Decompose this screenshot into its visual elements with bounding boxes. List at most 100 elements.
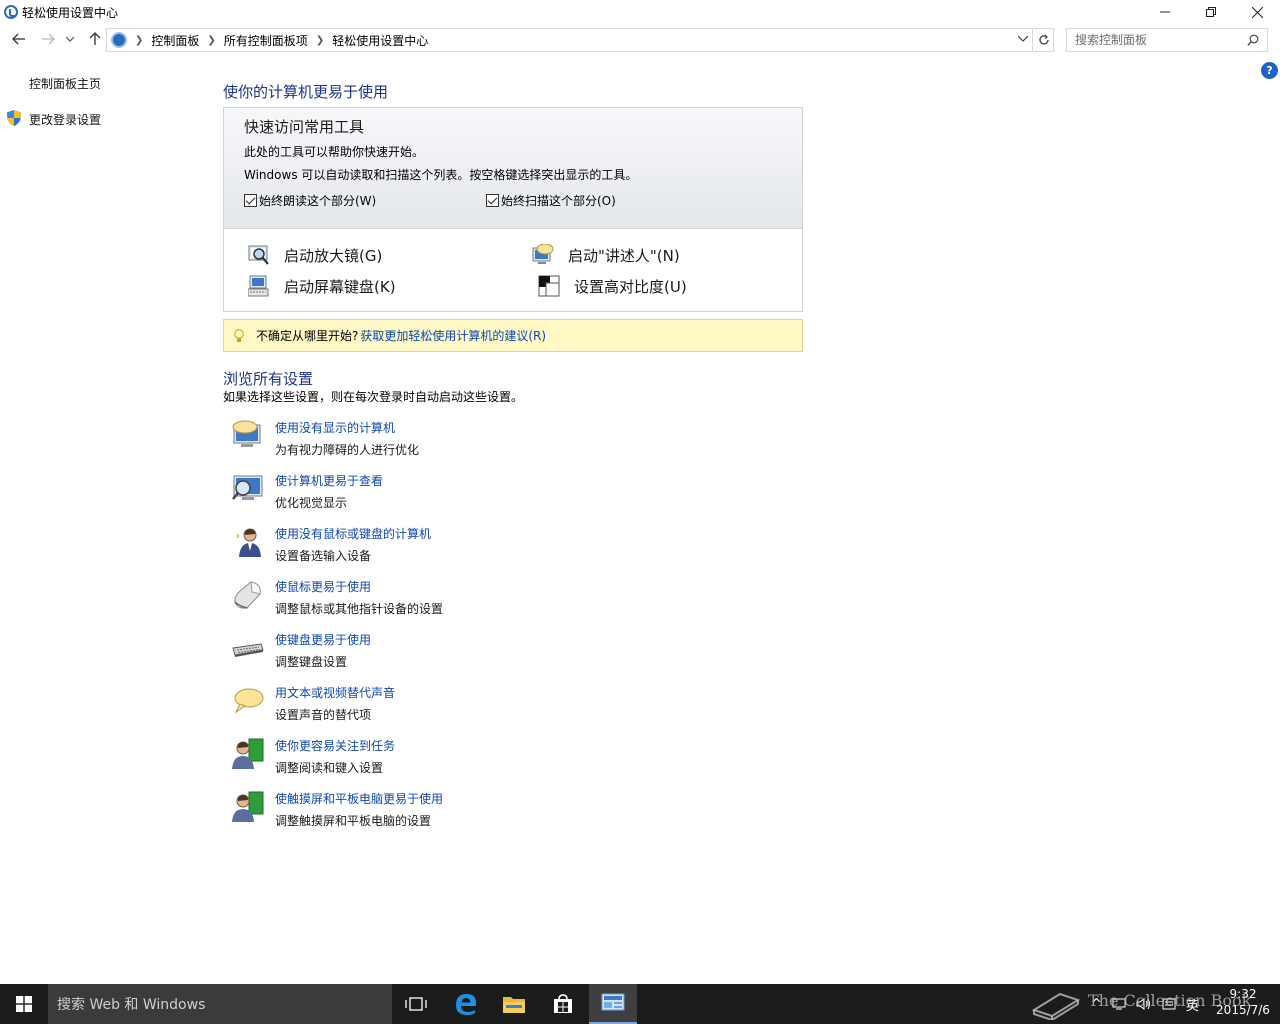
chevron-down-icon [66, 36, 74, 42]
checkbox-checked[interactable] [486, 194, 499, 207]
setting-link-no-mouse-keyboard[interactable]: 使用没有鼠标或键盘的计算机 [275, 525, 431, 542]
arrow-right-icon [42, 33, 55, 45]
back-button[interactable] [8, 28, 30, 50]
setting-link-touch-tablet[interactable]: 使触摸屏和平板电脑更易于使用 [275, 790, 443, 807]
setting-item-no-display: 使用没有显示的计算机 为有视力障碍的人进行优化 [231, 419, 731, 463]
setting-link-no-display[interactable]: 使用没有显示的计算机 [275, 419, 395, 436]
start-narrator-label[interactable]: 启动"讲述人"(N) [568, 245, 680, 266]
forward-button[interactable] [37, 28, 59, 50]
close-button[interactable] [1234, 0, 1280, 24]
minimize-button[interactable] [1142, 0, 1188, 24]
start-on-screen-keyboard-button[interactable]: 启动屏幕键盘(K) [248, 275, 396, 297]
setting-item-easier-to-see: 使计算机更易于查看 优化视觉显示 [231, 472, 731, 516]
person-green-panel-icon[interactable] [231, 737, 265, 771]
arrow-left-icon [12, 33, 25, 45]
start-magnifier-button[interactable]: 启动放大镜(G) [248, 244, 382, 266]
edge-icon [456, 994, 476, 1015]
restore-icon [1206, 7, 1216, 17]
title-bar: 轻松使用设置中心 [0, 0, 1280, 24]
minimize-icon [1160, 11, 1170, 13]
start-on-screen-keyboard-label[interactable]: 启动屏幕键盘(K) [284, 276, 396, 297]
task-view-button[interactable] [392, 984, 440, 1024]
edge-button[interactable] [442, 984, 490, 1024]
start-magnifier-label[interactable]: 启动放大镜(G) [284, 245, 382, 266]
folder-icon [503, 997, 525, 1013]
breadcrumb-control-panel[interactable]: 控制面板 [151, 32, 199, 49]
setting-item-focus-tasks: 使你更容易关注到任务 调整阅读和键入设置 [231, 737, 731, 781]
quick-access-panel: 快速访问常用工具 此处的工具可以帮助你快速开始。 Windows 可以自动读取和… [223, 107, 803, 312]
setting-desc-focus-tasks: 调整阅读和键入设置 [275, 761, 384, 775]
taskbar-search-box[interactable]: 搜索 Web 和 Windows [48, 984, 392, 1024]
setting-link-easier-to-see[interactable]: 使计算机更易于查看 [275, 472, 383, 489]
person-green-panel-icon[interactable] [231, 790, 265, 824]
clock[interactable]: 9:32 2015/7/6 [1208, 986, 1278, 1018]
task-view-icon [405, 997, 427, 1011]
notification-icon[interactable] [1162, 998, 1176, 1010]
address-dropdown-button[interactable] [1017, 32, 1029, 45]
window-title: 轻松使用设置中心 [22, 5, 119, 20]
set-high-contrast-button[interactable]: 设置高对比度(U) [538, 275, 687, 297]
setting-link-focus-tasks[interactable]: 使你更容易关注到任务 [275, 737, 395, 754]
always-read-label[interactable]: 始终朗读这个部分(W) [259, 192, 376, 209]
speech-bubble-icon[interactable] [231, 684, 265, 718]
setting-desc-sound-alternatives: 设置声音的替代项 [275, 708, 372, 722]
setting-desc-keyboard: 调整键盘设置 [275, 655, 348, 669]
setting-item-no-mouse-keyboard: 使用没有鼠标或键盘的计算机 设置备选输入设备 [231, 525, 731, 569]
setting-item-touch-tablet: 使触摸屏和平板电脑更易于使用 调整触摸屏和平板电脑的设置 [231, 790, 731, 834]
address-bar[interactable]: ❯ 控制面板 ❯ 所有控制面板项 ❯ 轻松使用设置中心 [106, 28, 1033, 52]
chevron-right-icon[interactable]: ❯ [316, 35, 324, 46]
monitor-speech-icon[interactable] [231, 419, 265, 453]
breadcrumb-ease-of-access[interactable]: 轻松使用设置中心 [332, 32, 428, 49]
close-icon [1251, 6, 1263, 18]
control-panel-home-link[interactable]: 控制面板主页 [29, 75, 101, 92]
up-button[interactable] [84, 28, 106, 50]
file-explorer-button[interactable] [490, 984, 538, 1024]
setting-link-keyboard[interactable]: 使键盘更易于使用 [275, 631, 371, 648]
always-read-checkbox[interactable]: 始终朗读这个部分(W) [244, 192, 376, 209]
change-login-settings-link[interactable]: 更改登录设置 [29, 111, 101, 128]
windows-logo-icon [16, 996, 32, 1012]
setting-item-mouse: 使鼠标更易于使用 调整鼠标或其他指针设备的设置 [231, 578, 731, 622]
recent-locations-button[interactable] [62, 28, 78, 50]
window-controls [1142, 0, 1280, 24]
start-narrator-button[interactable]: 启动"讲述人"(N) [532, 244, 680, 266]
store-button[interactable] [539, 984, 587, 1024]
always-scan-checkbox[interactable]: 始终扫描这个部分(O) [486, 192, 616, 209]
tip-bar: 不确定从哪里开始? 获取更加轻松使用计算机的建议(R) [223, 319, 803, 352]
volume-icon[interactable] [1136, 998, 1152, 1010]
checkbox-checked[interactable] [244, 194, 257, 207]
light-bulb-icon [234, 328, 244, 342]
chevron-right-icon: ❯ [135, 34, 144, 46]
quick-access-instructions: Windows 可以自动读取和扫描这个列表。按空格键选择突出显示的工具。 [244, 168, 638, 182]
monitor-magnifier-icon[interactable] [231, 472, 265, 506]
taskbar-search-placeholder[interactable]: 搜索 Web 和 Windows [57, 994, 205, 1014]
network-icon[interactable] [1112, 998, 1126, 1010]
breadcrumb-all-items[interactable]: 所有控制面板项 [224, 32, 308, 49]
setting-link-sound-alternatives[interactable]: 用文本或视频替代声音 [275, 684, 395, 701]
clock-date: 2015/7/6 [1216, 1003, 1270, 1017]
search-box[interactable] [1066, 28, 1268, 52]
show-hidden-icons-button[interactable]: ^ [1091, 997, 1102, 1012]
always-scan-label[interactable]: 始终扫描这个部分(O) [501, 192, 616, 209]
start-button[interactable] [0, 984, 48, 1024]
store-bag-icon [554, 994, 572, 1013]
search-icon [1247, 34, 1259, 46]
setting-link-mouse[interactable]: 使鼠标更易于使用 [275, 578, 371, 595]
help-icon[interactable]: ? [1261, 62, 1278, 79]
person-speaking-icon[interactable] [231, 525, 265, 559]
chevron-right-icon[interactable]: ❯ [207, 35, 215, 46]
ease-of-access-icon [4, 5, 18, 19]
mouse-icon[interactable] [231, 578, 265, 612]
get-recommendations-link[interactable]: 获取更加轻松使用计算机的建议(R) [360, 327, 546, 344]
setting-item-sound-alternatives: 用文本或视频替代声音 设置声音的替代项 [231, 684, 731, 728]
narrator-icon [532, 244, 554, 264]
keyboard-icon[interactable] [231, 631, 265, 665]
set-high-contrast-label[interactable]: 设置高对比度(U) [574, 276, 687, 297]
setting-desc-touch-tablet: 调整触摸屏和平板电脑的设置 [275, 814, 432, 828]
restore-button[interactable] [1188, 0, 1234, 24]
input-method-indicator[interactable]: 英 [1186, 995, 1199, 1014]
refresh-button[interactable] [1034, 28, 1054, 52]
control-panel-taskbar-button[interactable] [589, 984, 637, 1024]
magnifier-icon [248, 245, 269, 265]
search-input[interactable] [1075, 33, 1245, 47]
